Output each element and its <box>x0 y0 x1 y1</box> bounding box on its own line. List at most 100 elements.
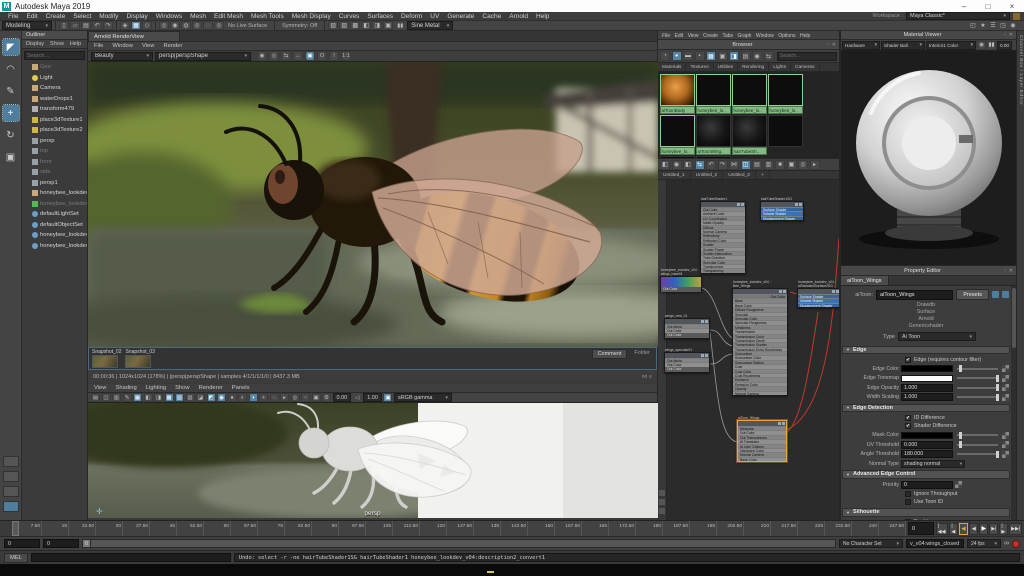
tool-icon[interactable]: ✎ <box>3 83 19 99</box>
outliner-menu-item[interactable]: Show <box>50 41 64 47</box>
slider[interactable] <box>957 450 1000 458</box>
color-swatch[interactable] <box>901 374 953 382</box>
renderview-menu-item[interactable]: View <box>142 43 154 49</box>
color-swatch[interactable] <box>901 365 953 373</box>
panel-toggle-icon[interactable]: ◉ <box>1008 21 1018 30</box>
file-op-icon[interactable]: ↷ <box>103 21 113 30</box>
viewport-tool-icon[interactable]: ▧ <box>185 393 195 402</box>
checkbox-row[interactable]: Ignore Throughput <box>841 490 1011 499</box>
edge-enable-checkbox[interactable]: ✔ Edge (requires contour filter) <box>841 356 1011 365</box>
hypershade-menu-item[interactable]: File <box>662 33 670 39</box>
render-icon[interactable]: ▩ <box>350 21 361 30</box>
hypershade-menu-item[interactable]: Window <box>756 33 774 39</box>
node-wings-specular01[interactable]: wings_specular01 Out Alpha Out Color Out … <box>664 348 710 373</box>
map-button[interactable] <box>1002 374 1009 382</box>
node-aistandardsurface2sg[interactable]: honeybee_lookdev_v04 : aiStandardSurface… <box>797 280 839 309</box>
playback-button[interactable]: ◀| <box>959 522 969 535</box>
hypershade-search[interactable] <box>777 51 837 61</box>
anim-clip-field[interactable]: v_v04:wings_closed <box>906 539 964 548</box>
outliner-item[interactable]: honeybee_lookdev_v04... <box>22 188 87 199</box>
mel-mode-button[interactable]: MEL <box>4 552 28 563</box>
hypershade-menu-item[interactable]: Options <box>778 33 795 39</box>
graph-tool-icon[interactable]: ▤ <box>752 159 762 170</box>
checkbox-row[interactable]: ✔ ID Difference <box>841 414 1011 423</box>
browser-tool-icon[interactable]: ▣ <box>717 51 728 61</box>
render-icon[interactable]: ▣ <box>383 21 394 30</box>
playback-start-field[interactable]: 0 <box>43 539 79 548</box>
auto-keyframe-icon[interactable] <box>1012 539 1020 548</box>
gamma-field[interactable]: 1.00 <box>363 393 382 402</box>
viewport-tool-icon[interactable]: ◩ <box>206 393 216 402</box>
tool-icon[interactable]: ◠ <box>3 61 19 77</box>
material-swatch[interactable] <box>767 114 803 155</box>
material-swatch[interactable]: aiToonBody <box>659 73 695 114</box>
selection-mode-icon[interactable]: ◇ <box>142 21 152 30</box>
symmetry-dropdown[interactable]: Symmetry: Off <box>282 23 317 29</box>
outliner-item[interactable]: place3dTexture2 <box>22 125 87 136</box>
playback-button[interactable]: |◀ <box>949 522 959 535</box>
snapshot-thumbnail[interactable]: Snapshot_03 <box>125 349 155 368</box>
renderer-dropdown[interactable]: Hardware ▾ <box>842 40 880 50</box>
layout-hypershade-button[interactable] <box>2 501 19 512</box>
node-editor-canvas[interactable]: hairTubeShader1 Out Color Ambient Color UV… <box>658 180 839 520</box>
menu-item[interactable]: Create <box>46 13 66 20</box>
material-category-tab[interactable]: Textures <box>686 63 714 71</box>
menu-item[interactable]: Display <box>126 13 147 20</box>
viewport-tool-icon[interactable]: ▥ <box>112 393 121 402</box>
viewport-tool-icon[interactable]: ▸ <box>280 393 289 402</box>
value-field[interactable]: 0.000 <box>901 440 953 449</box>
hypershade-menu-item[interactable]: Create <box>703 33 718 39</box>
renderview-tool-icon[interactable]: ↔ <box>293 51 303 61</box>
slider[interactable] <box>957 384 1000 392</box>
browser-tool-icon[interactable]: ▦ <box>706 51 716 61</box>
hypershade-menu-item[interactable]: Graph <box>738 33 752 39</box>
node-hairtubeshader1sg[interactable]: hairTubeShader1SG Surface Shader Volume S… <box>760 197 804 222</box>
outliner-item[interactable]: honeybee_lookdev_v04... <box>22 241 87 252</box>
menu-item[interactable]: Arnold <box>509 13 528 20</box>
viewport-tool-icon[interactable]: ● <box>227 393 237 402</box>
map-button[interactable] <box>1002 365 1009 373</box>
hypershade-menu-item[interactable]: Tabs <box>722 33 733 39</box>
graph-tool-icon[interactable]: ◧ <box>660 159 670 170</box>
panel-toggle-icon[interactable]: ★ <box>978 21 988 30</box>
current-frame-field[interactable]: 0 <box>908 522 934 535</box>
graph-tool-icon[interactable]: ◧ <box>683 159 693 170</box>
value-field[interactable]: 1.000 <box>901 383 953 392</box>
viewport-menu-item[interactable]: View <box>94 385 106 391</box>
slider[interactable] <box>957 374 1000 382</box>
section-advanced-edge-control[interactable]: ▼ Advanced Edge Control <box>842 470 1010 479</box>
viewport-tool-icon[interactable]: ▤ <box>91 393 100 402</box>
environment-dropdown[interactable]: Interior1 Color ▾ <box>926 40 976 50</box>
exposure-field[interactable]: 0.00 <box>332 393 352 402</box>
status-icons[interactable]: ⋈ ≡ <box>642 374 652 380</box>
layout-single-button[interactable] <box>2 456 19 467</box>
tool-icon[interactable]: ◤ <box>1 38 20 56</box>
layout-split-button[interactable] <box>2 486 19 497</box>
outliner-item[interactable]: Camera <box>22 83 87 94</box>
menu-item[interactable]: Curves <box>339 13 360 20</box>
mel-input[interactable] <box>30 553 231 562</box>
material-swatch[interactable]: aiToonWing.. <box>695 114 731 155</box>
outliner-item[interactable]: defaultLightSet <box>22 209 87 220</box>
browser-tool-icon[interactable]: ▪ <box>694 51 705 61</box>
window-control-button[interactable]: □ <box>976 2 1000 11</box>
viewport-menu-item[interactable]: Show <box>175 385 190 391</box>
viewport-tool-icon[interactable]: ◉ <box>217 393 226 402</box>
section-silhouette[interactable]: ▼ Silhouette <box>842 508 1010 517</box>
menu-item[interactable]: Cache <box>482 13 501 20</box>
viewport-tool-icon[interactable]: ◧ <box>143 393 153 402</box>
selection-mode-icon[interactable]: ◈ <box>120 21 130 30</box>
hypershade-menu-item[interactable]: Edit <box>675 33 684 39</box>
browser-tool-icon[interactable]: ▬ <box>683 51 693 61</box>
browser-tool-icon[interactable]: ◉ <box>752 51 762 61</box>
viewport-tool-icon[interactable]: + <box>259 393 268 402</box>
playback-button[interactable]: |◀◀ <box>935 522 949 535</box>
viewport-tool-icon[interactable]: ▨ <box>175 393 184 402</box>
panel-close-icon[interactable]: ✕ <box>832 42 836 48</box>
viewport-tool-icon[interactable]: ◎ <box>290 393 300 402</box>
material-category-tab[interactable]: Cameras <box>791 63 820 71</box>
renderview-tool-icon[interactable]: ◎ <box>269 51 279 61</box>
shader-scene-tab[interactable]: Untitled_1 <box>658 171 691 179</box>
outliner-item[interactable]: place3dTexture1 <box>22 115 87 126</box>
slider[interactable] <box>957 441 998 449</box>
